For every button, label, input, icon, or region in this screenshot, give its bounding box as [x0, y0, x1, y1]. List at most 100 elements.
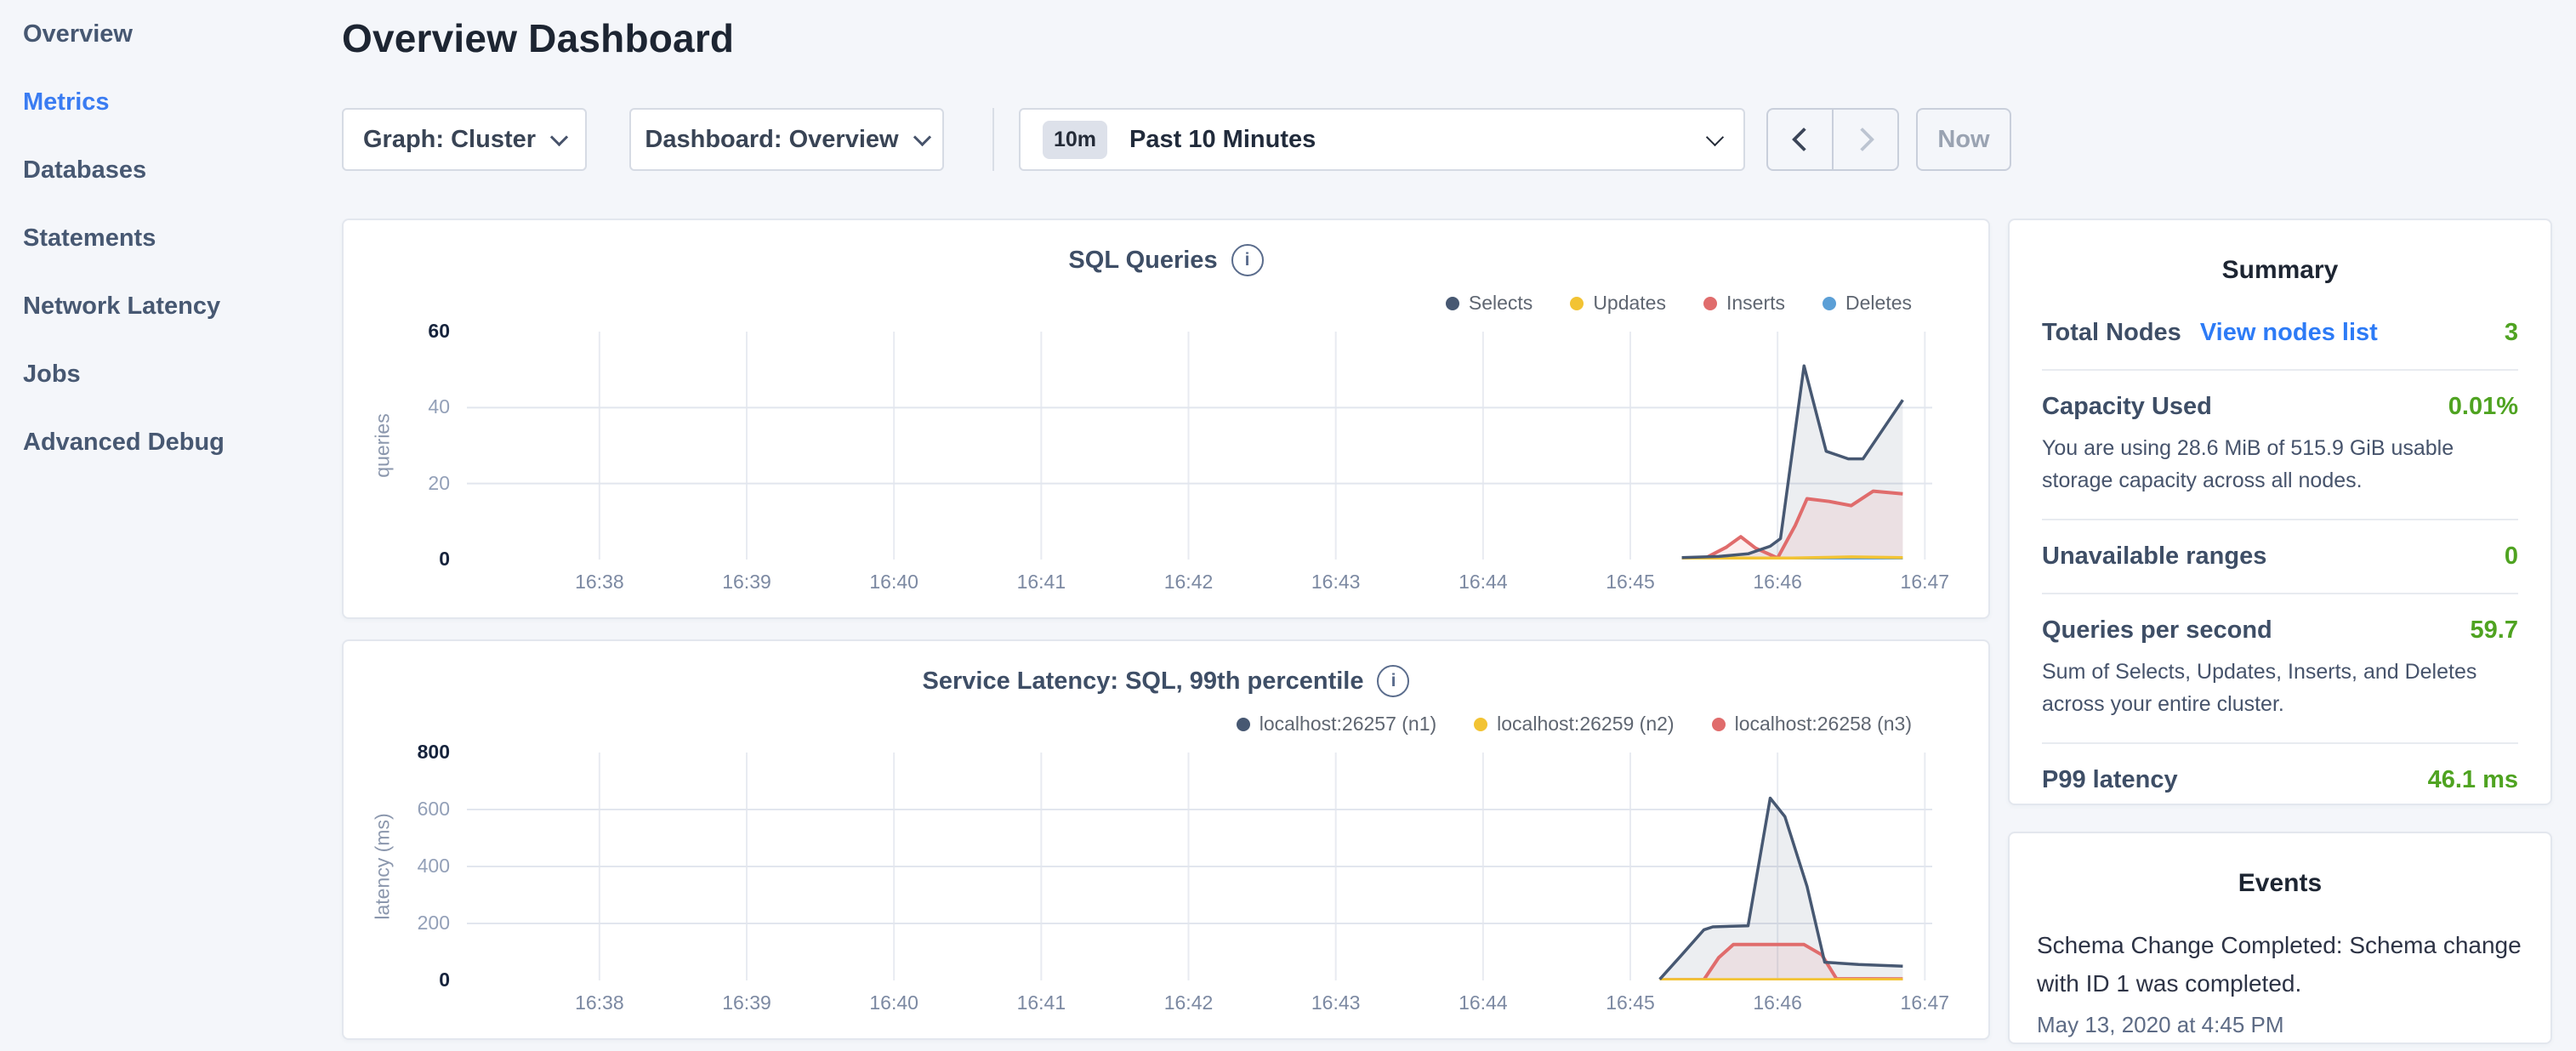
- summary-row-subtext: You are using 28.6 MiB of 515.9 GiB usab…: [2042, 421, 2518, 497]
- x-axis-tick: 16:39: [687, 571, 806, 594]
- x-axis-tick: 16:45: [1571, 991, 1690, 1014]
- sidebar-item-jobs[interactable]: Jobs: [0, 340, 340, 408]
- time-window-badge: 10m: [1043, 121, 1107, 159]
- y-axis-tick: 800: [344, 741, 450, 764]
- legend-item[interactable]: localhost:26259 (n2): [1474, 713, 1674, 736]
- graph-dropdown[interactable]: Graph: Cluster: [342, 108, 587, 171]
- chart-title: SQL Queries: [1068, 247, 1217, 275]
- chevron-down-icon: [550, 128, 568, 145]
- y-axis-title: latency (ms): [372, 813, 395, 919]
- legend-label: Inserts: [1726, 292, 1785, 315]
- dashboard-dropdown-label: Dashboard: Overview: [645, 126, 898, 154]
- legend-item[interactable]: localhost:26258 (n3): [1712, 713, 1912, 736]
- summary-row-head: Queries per second59.7: [2042, 616, 2518, 645]
- view-nodes-link[interactable]: View nodes list: [2200, 319, 2378, 347]
- summary-rows: Total Nodes View nodes list 3 Capacity Used…: [2042, 297, 2518, 816]
- chevron-down-icon: [1706, 128, 1724, 145]
- x-axis-tick: 16:41: [981, 991, 1100, 1014]
- sidebar-item-statements[interactable]: Statements: [0, 204, 340, 272]
- legend-label: localhost:26257 (n1): [1260, 713, 1436, 736]
- legend-label: localhost:26259 (n2): [1497, 713, 1674, 736]
- x-axis-tick: 16:47: [1865, 571, 1984, 594]
- legend-item[interactable]: localhost:26257 (n1): [1237, 713, 1436, 736]
- summary-row: Capacity Used0.01%You are using 28.6 MiB…: [2042, 371, 2518, 520]
- x-axis-tick: 16:44: [1424, 991, 1543, 1014]
- x-axis-tick: 16:38: [540, 571, 659, 594]
- legend-dot-icon: [1703, 297, 1717, 310]
- x-axis-tick: 16:41: [981, 571, 1100, 594]
- legend-dot-icon: [1446, 297, 1459, 310]
- chart-plot-area[interactable]: [467, 332, 1932, 560]
- sidebar-item-overview[interactable]: Overview: [0, 0, 340, 68]
- summary-row-value: 3: [2505, 319, 2518, 347]
- legend-dot-icon: [1237, 718, 1250, 731]
- time-next-button[interactable]: [1834, 110, 1897, 169]
- x-axis-tick: 16:46: [1718, 571, 1837, 594]
- chevron-left-icon: [1791, 128, 1815, 151]
- dashboard-dropdown[interactable]: Dashboard: Overview: [629, 108, 944, 171]
- time-window-dropdown[interactable]: 10m Past 10 Minutes: [1019, 108, 1745, 171]
- events-panel: Events Schema Change Completed: Schema ch…: [2008, 832, 2552, 1044]
- y-axis-tick: 200: [344, 912, 450, 935]
- chart-legend: Selects Updates Inserts Deletes: [1446, 292, 1912, 315]
- chevron-right-icon: [1850, 128, 1874, 151]
- summary-title: Summary: [2042, 220, 2518, 285]
- sidebar-item-metrics[interactable]: Metrics: [0, 68, 340, 136]
- x-axis-tick: 16:47: [1865, 991, 1984, 1014]
- legend-label: Deletes: [1845, 292, 1912, 315]
- chart-title: Service Latency: SQL, 99th percentile: [923, 668, 1364, 696]
- event-text: Schema Change Completed: Schema change w…: [2037, 927, 2523, 1003]
- chart-card-1: Service Latency: SQL, 99th percentile i lo…: [342, 639, 1990, 1040]
- sidebar-item-databases[interactable]: Databases: [0, 136, 340, 204]
- y-axis-tick: 600: [344, 798, 450, 821]
- time-window-label: Past 10 Minutes: [1129, 126, 1686, 154]
- summary-row: P99 latency 46.1 ms: [2042, 744, 2518, 816]
- sidebar-item-advanced-debug[interactable]: Advanced Debug: [0, 408, 340, 476]
- y-axis-tick: 60: [344, 320, 450, 343]
- summary-row-head: Unavailable ranges0: [2042, 543, 2518, 571]
- graph-dropdown-label: Graph: Cluster: [363, 126, 536, 154]
- info-icon[interactable]: i: [1231, 244, 1264, 276]
- legend-item[interactable]: Selects: [1446, 292, 1533, 315]
- legend-dot-icon: [1823, 297, 1836, 310]
- chart-card-0: SQL Queries i Selects Updates Inserts Deletes…: [342, 219, 1990, 619]
- legend-dot-icon: [1474, 718, 1487, 731]
- summary-row-value: 0: [2505, 543, 2518, 571]
- summary-row-label: Total Nodes: [2042, 319, 2181, 347]
- time-prev-button[interactable]: [1768, 110, 1834, 169]
- x-axis-tick: 16:40: [834, 571, 953, 594]
- chart-plot-area[interactable]: [467, 753, 1932, 980]
- chart-header: SQL Queries i: [344, 220, 1988, 276]
- now-button[interactable]: Now: [1916, 108, 2011, 171]
- x-axis-tick: 16:38: [540, 991, 659, 1014]
- summary-row-value: 59.7: [2471, 616, 2518, 645]
- event-timestamp: May 13, 2020 at 4:45 PM: [2037, 1003, 2523, 1038]
- y-axis-tick: 40: [344, 395, 450, 418]
- x-axis-tick: 16:42: [1129, 571, 1248, 594]
- legend-item[interactable]: Deletes: [1823, 292, 1912, 315]
- x-axis-tick: 16:40: [834, 991, 953, 1014]
- page-title: Overview Dashboard: [342, 15, 734, 61]
- summary-row-label: Capacity Used: [2042, 393, 2212, 421]
- legend-item[interactable]: Inserts: [1703, 292, 1785, 315]
- chart-header: Service Latency: SQL, 99th percentile i: [344, 641, 1988, 697]
- legend-label: Selects: [1469, 292, 1533, 315]
- legend-dot-icon: [1712, 718, 1726, 731]
- summary-panel: Summary Total Nodes View nodes list 3 Capaci…: [2008, 219, 2552, 805]
- events-title: Events: [2037, 833, 2523, 898]
- x-axis-tick: 16:39: [687, 991, 806, 1014]
- summary-row-value: 46.1 ms: [2428, 766, 2518, 794]
- summary-row-label: P99 latency: [2042, 766, 2178, 794]
- y-axis-tick: 400: [344, 855, 450, 878]
- sidebar-item-network-latency[interactable]: Network Latency: [0, 272, 340, 340]
- legend-label: Updates: [1593, 292, 1666, 315]
- legend-item[interactable]: Updates: [1570, 292, 1666, 315]
- summary-row-head: Capacity Used0.01%: [2042, 393, 2518, 421]
- legend-dot-icon: [1570, 297, 1584, 310]
- x-axis-tick: 16:46: [1718, 991, 1837, 1014]
- time-step-buttons: [1766, 108, 1899, 171]
- sidebar-nav: OverviewMetricsDatabasesStatementsNetwor…: [0, 0, 340, 1051]
- x-axis-tick: 16:42: [1129, 991, 1248, 1014]
- info-icon[interactable]: i: [1377, 665, 1409, 697]
- event-list-item[interactable]: Schema Change Completed: Schema change w…: [2037, 898, 2523, 1038]
